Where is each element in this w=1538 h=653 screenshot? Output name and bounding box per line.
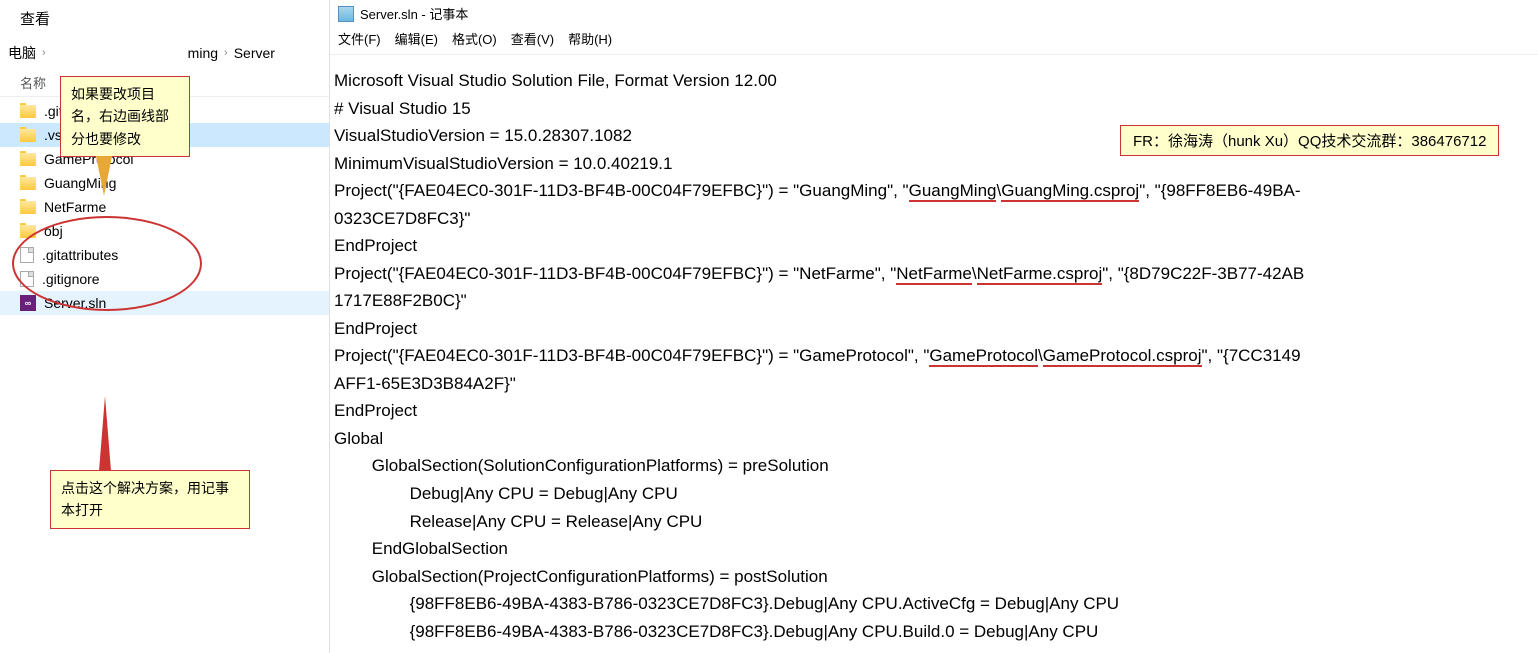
text-line: EndProject (334, 401, 417, 420)
text-line: EndGlobalSection (334, 539, 508, 558)
folder-icon (20, 177, 36, 190)
file-icon (20, 247, 34, 263)
chevron-right-icon: › (42, 47, 46, 59)
folder-icon (20, 129, 36, 142)
annotation-callout-right: FR：徐海涛（hunk Xu）QQ技术交流群：386476712 (1120, 125, 1499, 156)
item-label: NetFarme (44, 199, 106, 215)
item-label: Server.sln (44, 295, 106, 311)
breadcrumb[interactable]: 电脑 › ming › Server (0, 37, 329, 69)
text-line: GlobalSection(SolutionConfigurationPlatf… (334, 456, 829, 475)
folder-icon (20, 153, 36, 166)
notepad-icon (338, 6, 354, 22)
text-line: {98FF8EB6-49BA-4383-B786-0323CE7D8FC3}.D… (334, 594, 1119, 613)
text-line: GlobalSection(ProjectConfigurationPlatfo… (334, 567, 828, 586)
breadcrumb-item[interactable]: Server (234, 45, 275, 61)
text-line: Project("{FAE04EC0-301F-11D3-BF4B-00C04F… (334, 181, 909, 200)
text-line: 1717E88F2B0C}" (334, 291, 467, 310)
menu-edit[interactable]: 编辑(E) (395, 29, 438, 48)
folder-item-obj[interactable]: obj (0, 219, 329, 243)
underlined-text: GameProtocol.csproj (1043, 346, 1202, 367)
underlined-text: GuangMing.csproj (1001, 181, 1139, 202)
file-item-gitignore[interactable]: .gitignore (0, 267, 329, 291)
file-item-server-sln[interactable]: ∞ Server.sln (0, 291, 329, 315)
text-line: Project("{FAE04EC0-301F-11D3-BF4B-00C04F… (334, 346, 929, 365)
breadcrumb-item[interactable]: 电脑 (8, 43, 36, 63)
text-line: {98FF8EB6-49BA-4383-B786-0323CE7D8FC3}.D… (334, 622, 1098, 641)
annotation-callout-bottom: 点击这个解决方案，用记事本打开 (50, 470, 250, 529)
chevron-right-icon: › (224, 47, 228, 59)
window-title: Server.sln - 记事本 (360, 4, 468, 23)
item-label: .gitignore (42, 271, 100, 287)
folder-icon (20, 105, 36, 118)
explorer-view-tab[interactable]: 查看 (0, 0, 329, 37)
text: \ (972, 264, 977, 283)
item-label: .gitattributes (42, 247, 118, 263)
underlined-text: GuangMing (909, 181, 997, 202)
menu-help[interactable]: 帮助(H) (568, 29, 612, 48)
text-line: Release|Any CPU = Release|Any CPU (334, 512, 702, 531)
text: ", "{98FF8EB6-49BA- (1139, 181, 1300, 200)
text-line: Project("{FAE04EC0-301F-11D3-BF4B-00C04F… (334, 264, 896, 283)
folder-item-guangming[interactable]: GuangMing (0, 171, 329, 195)
folder-icon (20, 225, 36, 238)
underlined-text: NetFarme (896, 264, 972, 285)
file-icon (20, 271, 34, 287)
text: ", "{7CC3149 (1202, 346, 1301, 365)
explorer-panel: 查看 电脑 › ming › Server 名称 .git .vs GamePr… (0, 0, 330, 653)
text-line: VisualStudioVersion = 15.0.28307.1082 (334, 126, 632, 145)
text: ", "{8D79C22F-3B77-42AB (1102, 264, 1304, 283)
underlined-text: NetFarme.csproj (977, 264, 1103, 285)
text-line: AFF1-65E3D3B84A2F}" (334, 374, 516, 393)
notepad-titlebar: Server.sln - 记事本 (330, 0, 1538, 27)
menu-view[interactable]: 查看(V) (511, 29, 554, 48)
menu-format[interactable]: 格式(O) (452, 29, 497, 48)
folder-icon (20, 201, 36, 214)
text-line: Microsoft Visual Studio Solution File, F… (334, 71, 777, 90)
folder-item-netfarme[interactable]: NetFarme (0, 195, 329, 219)
text-line: EndProject (334, 319, 417, 338)
breadcrumb-item[interactable]: ming (188, 45, 218, 61)
text-line: EndProject (334, 236, 417, 255)
item-label: obj (44, 223, 63, 239)
text-line: Debug|Any CPU = Debug|Any CPU (334, 484, 678, 503)
annotation-callout-top: 如果要改项目名，右边画线部分也要修改 (60, 76, 190, 157)
sln-icon: ∞ (20, 295, 36, 311)
menu-file[interactable]: 文件(F) (338, 29, 381, 48)
text-line: 0323CE7D8FC3}" (334, 209, 470, 228)
underlined-text: GameProtocol (929, 346, 1038, 367)
notepad-menubar: 文件(F) 编辑(E) 格式(O) 查看(V) 帮助(H) (330, 27, 1538, 55)
text-line: Global (334, 429, 383, 448)
file-item-gitattributes[interactable]: .gitattributes (0, 243, 329, 267)
text-line: MinimumVisualStudioVersion = 10.0.40219.… (334, 154, 672, 173)
text-line: # Visual Studio 15 (334, 99, 471, 118)
notepad-window: Server.sln - 记事本 文件(F) 编辑(E) 格式(O) 查看(V)… (330, 0, 1538, 653)
